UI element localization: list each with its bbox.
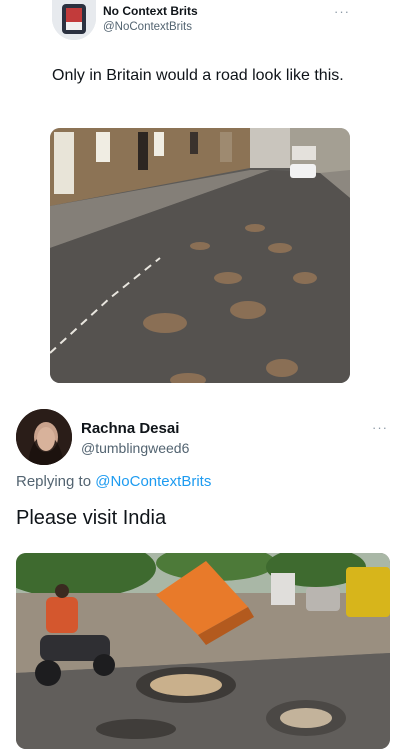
display-name[interactable]: No Context Brits: [103, 4, 198, 18]
avatar-rachna-desai[interactable]: [16, 409, 72, 465]
replying-handle-link[interactable]: @NoContextBrits: [95, 473, 211, 490]
more-options-icon[interactable]: ···: [334, 4, 350, 19]
tweet-photo-india-road[interactable]: [16, 553, 390, 749]
handle[interactable]: @tumblingweed6: [81, 440, 189, 456]
tweet-photo-uk-road[interactable]: [50, 128, 350, 383]
avatar-no-context-brits[interactable]: [52, 0, 96, 40]
tweet-text: Please visit India: [16, 507, 167, 529]
handle[interactable]: @NoContextBrits: [103, 21, 192, 33]
replying-prefix: Replying to: [16, 473, 92, 490]
display-name[interactable]: Rachna Desai: [81, 420, 179, 437]
replying-to: Replying to @NoContextBrits: [16, 473, 211, 490]
more-options-icon[interactable]: ···: [372, 420, 388, 435]
tweet-text: Only in Britain would a road look like t…: [52, 67, 344, 84]
